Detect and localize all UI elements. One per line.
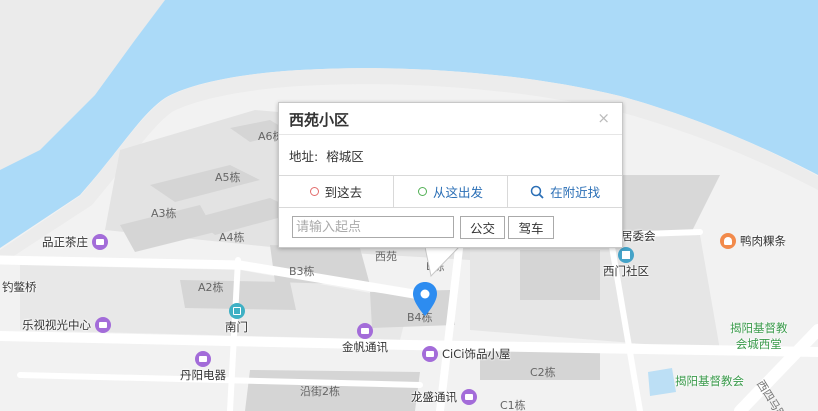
drive-route-button[interactable]: 驾车 (508, 216, 554, 239)
shop-icon (195, 351, 211, 367)
route-tabs: 到这去 从这出发 在附近找 (279, 175, 622, 208)
building-label-b3: B3栋 (289, 265, 315, 278)
pond (648, 368, 676, 396)
tab-search-nearby[interactable]: 在附近找 (508, 176, 622, 207)
poi-leshi[interactable]: 乐视视光中心 (22, 317, 111, 333)
shop-icon (461, 389, 477, 405)
bus-stop-icon (228, 303, 245, 319)
building-label-a3: A3栋 (151, 207, 177, 220)
destination-dot-icon (309, 187, 319, 196)
popup-title: 西苑小区 (289, 111, 350, 129)
poi-jinfan[interactable]: 金帆通讯 (342, 323, 388, 355)
poi-church[interactable]: 揭阳基督教会 (675, 373, 744, 389)
address-row: 地址: 榕城区 (289, 146, 364, 165)
restaurant-icon (720, 233, 736, 249)
poi-diaoying[interactable]: 钓鳖桥 (2, 279, 37, 295)
origin-dot-icon (418, 187, 427, 196)
poi-pinzheng[interactable]: 品正茶庄 (42, 234, 108, 250)
shop-icon (92, 234, 108, 250)
location-pin-icon[interactable] (412, 282, 438, 318)
building-label-c2: C2栋 (530, 366, 556, 379)
poi-ximen[interactable]: 西门社区 (603, 247, 649, 279)
building-label-xiyuan: 西苑 (375, 250, 397, 263)
tab-go-here[interactable]: 到这去 (279, 176, 394, 207)
poi-church-chengxi[interactable]: 揭阳基督教 会城西堂 (730, 320, 788, 352)
shop-icon (95, 317, 111, 333)
start-point-input[interactable] (292, 216, 454, 238)
tab-start-here[interactable]: 从这出发 (394, 176, 509, 207)
community-icon (618, 247, 634, 263)
bus-route-button[interactable]: 公交 (460, 216, 505, 239)
map-canvas[interactable]: A6栋 A5栋 A3栋 A4栋 A2栋 B3栋 西苑 B栋 B4栋 C2栋 C1… (0, 0, 818, 411)
building-label-c1: C1栋 (500, 399, 526, 411)
building-label-a4: A4栋 (219, 231, 245, 244)
shop-icon (422, 346, 438, 362)
close-icon[interactable]: × (597, 109, 610, 127)
building-label-a5: A5栋 (215, 171, 241, 184)
poi-weiyuanhui[interactable]: 居委会 (621, 228, 656, 244)
poi-danyang[interactable]: 丹阳电器 (180, 351, 226, 383)
poi-yarou[interactable]: 鸭肉粿条 (720, 233, 786, 249)
shop-icon (357, 323, 373, 339)
info-window: 西苑小区 × 地址: 榕城区 到这去 从这出发 在附近找 公交 (278, 102, 623, 248)
popup-pointer (425, 247, 459, 277)
divider (279, 134, 622, 135)
address-label: 地址: (289, 149, 319, 164)
search-icon (530, 185, 544, 199)
poi-nanmen[interactable]: 南门 (225, 303, 248, 335)
poi-longsheng[interactable]: 龙盛通讯 (411, 389, 477, 405)
poi-cici[interactable]: CiCi饰品小屋 (422, 346, 510, 362)
building-label-a2: A2栋 (198, 281, 224, 294)
building-label-yanjie2: 沿街2栋 (300, 385, 340, 398)
address-value: 榕城区 (326, 149, 364, 164)
block-shadow (620, 175, 720, 235)
